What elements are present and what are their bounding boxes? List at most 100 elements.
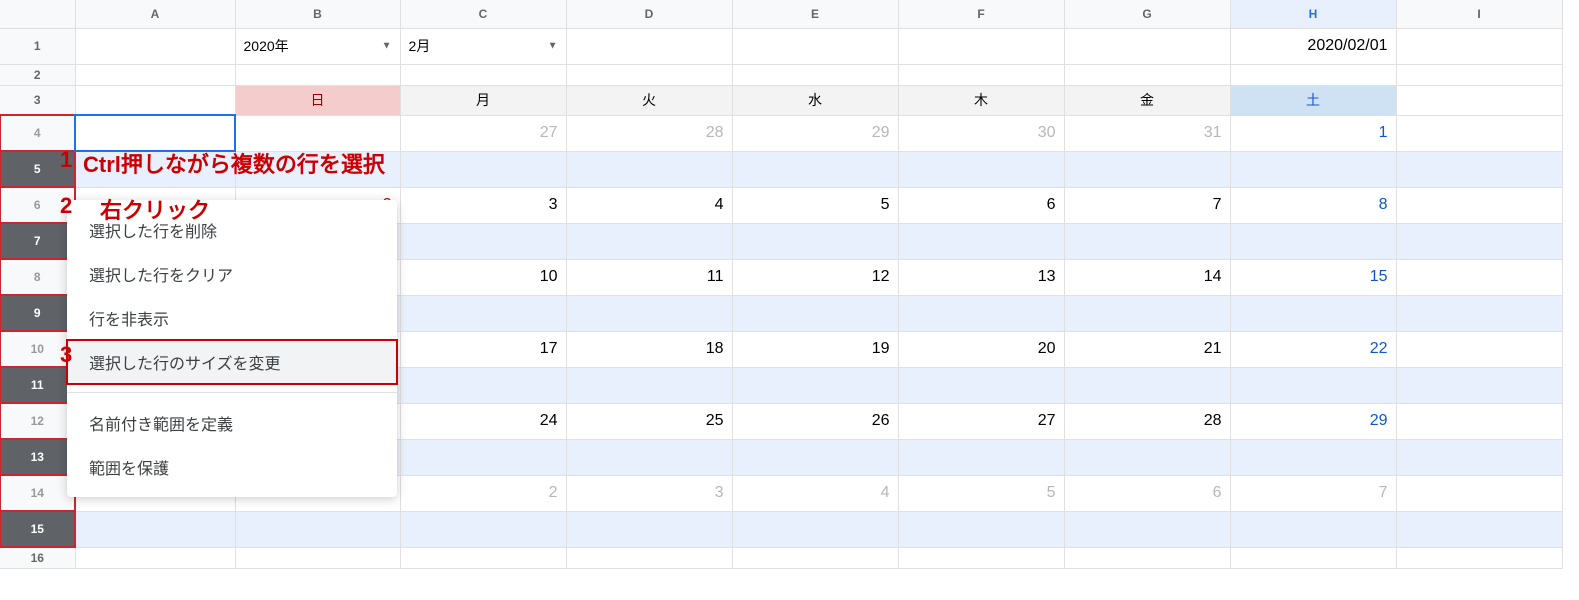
cell-I10[interactable] xyxy=(1396,331,1562,367)
cell-G14[interactable]: 6 xyxy=(1064,475,1230,511)
row-header-8[interactable]: 8 xyxy=(0,259,75,295)
cell-I7[interactable] xyxy=(1396,223,1562,259)
cell-G7[interactable] xyxy=(1064,223,1230,259)
cell-I9[interactable] xyxy=(1396,295,1562,331)
cell-E7[interactable] xyxy=(732,223,898,259)
day-header-mon[interactable]: 月 xyxy=(400,85,566,115)
cell-F2[interactable] xyxy=(898,64,1064,85)
cell-C14[interactable]: 2 xyxy=(400,475,566,511)
cell-C6[interactable]: 3 xyxy=(400,187,566,223)
cell-I14[interactable] xyxy=(1396,475,1562,511)
select-all-corner[interactable] xyxy=(0,0,75,28)
cell-C10[interactable]: 17 xyxy=(400,331,566,367)
day-header-sat[interactable]: 土 xyxy=(1230,85,1396,115)
cell-H9[interactable] xyxy=(1230,295,1396,331)
cell-C15[interactable] xyxy=(400,511,566,547)
cell-F14[interactable]: 5 xyxy=(898,475,1064,511)
menu-item-hide-rows[interactable]: 行を非表示 xyxy=(67,296,397,340)
cell-A1[interactable] xyxy=(75,28,235,64)
cell-G12[interactable]: 28 xyxy=(1064,403,1230,439)
cell-C13[interactable] xyxy=(400,439,566,475)
cell-F7[interactable] xyxy=(898,223,1064,259)
cell-H16[interactable] xyxy=(1230,547,1396,568)
cell-H2[interactable] xyxy=(1230,64,1396,85)
cell-B1-year-dropdown[interactable]: 2020年 xyxy=(235,28,400,64)
cell-G5[interactable] xyxy=(1064,151,1230,187)
cell-E10[interactable]: 19 xyxy=(732,331,898,367)
cell-D4[interactable]: 28 xyxy=(566,115,732,151)
cell-G1[interactable] xyxy=(1064,28,1230,64)
cell-D11[interactable] xyxy=(566,367,732,403)
row-header-14[interactable]: 14 xyxy=(0,475,75,511)
cell-F11[interactable] xyxy=(898,367,1064,403)
cell-G8[interactable]: 14 xyxy=(1064,259,1230,295)
col-header-F[interactable]: F xyxy=(898,0,1064,28)
cell-A16[interactable] xyxy=(75,547,235,568)
cell-G6[interactable]: 7 xyxy=(1064,187,1230,223)
row-header-2[interactable]: 2 xyxy=(0,64,75,85)
col-header-B[interactable]: B xyxy=(235,0,400,28)
cell-C11[interactable] xyxy=(400,367,566,403)
cell-E8[interactable]: 12 xyxy=(732,259,898,295)
cell-E11[interactable] xyxy=(732,367,898,403)
row-header-7[interactable]: 7 xyxy=(0,223,75,259)
cell-D15[interactable] xyxy=(566,511,732,547)
cell-E13[interactable] xyxy=(732,439,898,475)
cell-I3[interactable] xyxy=(1396,85,1562,115)
cell-E4[interactable]: 29 xyxy=(732,115,898,151)
cell-B15[interactable] xyxy=(235,511,400,547)
cell-B16[interactable] xyxy=(235,547,400,568)
cell-D12[interactable]: 25 xyxy=(566,403,732,439)
cell-E12[interactable]: 26 xyxy=(732,403,898,439)
cell-D5[interactable] xyxy=(566,151,732,187)
cell-C1-month-dropdown[interactable]: 2月 xyxy=(400,28,566,64)
cell-H14[interactable]: 7 xyxy=(1230,475,1396,511)
row-header-13[interactable]: 13 xyxy=(0,439,75,475)
cell-A3[interactable] xyxy=(75,85,235,115)
cell-C9[interactable] xyxy=(400,295,566,331)
row-header-9[interactable]: 9 xyxy=(0,295,75,331)
cell-H15[interactable] xyxy=(1230,511,1396,547)
cell-I1[interactable] xyxy=(1396,28,1562,64)
cell-C16[interactable] xyxy=(400,547,566,568)
col-header-H[interactable]: H xyxy=(1230,0,1396,28)
cell-B4[interactable] xyxy=(235,115,400,151)
col-header-A[interactable]: A xyxy=(75,0,235,28)
menu-item-resize-rows[interactable]: 選択した行のサイズを変更 xyxy=(67,340,397,384)
cell-G2[interactable] xyxy=(1064,64,1230,85)
cell-H4[interactable]: 1 xyxy=(1230,115,1396,151)
cell-F12[interactable]: 27 xyxy=(898,403,1064,439)
cell-D10[interactable]: 18 xyxy=(566,331,732,367)
cell-D16[interactable] xyxy=(566,547,732,568)
cell-F13[interactable] xyxy=(898,439,1064,475)
cell-F1[interactable] xyxy=(898,28,1064,64)
cell-I12[interactable] xyxy=(1396,403,1562,439)
cell-C12[interactable]: 24 xyxy=(400,403,566,439)
cell-F8[interactable]: 13 xyxy=(898,259,1064,295)
cell-H12[interactable]: 29 xyxy=(1230,403,1396,439)
cell-G4[interactable]: 31 xyxy=(1064,115,1230,151)
row-header-12[interactable]: 12 xyxy=(0,403,75,439)
cell-I2[interactable] xyxy=(1396,64,1562,85)
cell-D8[interactable]: 11 xyxy=(566,259,732,295)
cell-G16[interactable] xyxy=(1064,547,1230,568)
cell-D2[interactable] xyxy=(566,64,732,85)
cell-I6[interactable] xyxy=(1396,187,1562,223)
cell-H5[interactable] xyxy=(1230,151,1396,187)
cell-F9[interactable] xyxy=(898,295,1064,331)
cell-C2[interactable] xyxy=(400,64,566,85)
cell-H1-date[interactable]: 2020/02/01 xyxy=(1230,28,1396,64)
cell-A15[interactable] xyxy=(75,511,235,547)
menu-item-clear-rows[interactable]: 選択した行をクリア xyxy=(67,252,397,296)
cell-G11[interactable] xyxy=(1064,367,1230,403)
cell-D14[interactable]: 3 xyxy=(566,475,732,511)
cell-H8[interactable]: 15 xyxy=(1230,259,1396,295)
day-header-sun[interactable]: 日 xyxy=(235,85,400,115)
cell-E14[interactable]: 4 xyxy=(732,475,898,511)
row-header-4[interactable]: 4 xyxy=(0,115,75,151)
cell-I5[interactable] xyxy=(1396,151,1562,187)
cell-A2[interactable] xyxy=(75,64,235,85)
cell-F6[interactable]: 6 xyxy=(898,187,1064,223)
cell-I11[interactable] xyxy=(1396,367,1562,403)
day-header-tue[interactable]: 火 xyxy=(566,85,732,115)
